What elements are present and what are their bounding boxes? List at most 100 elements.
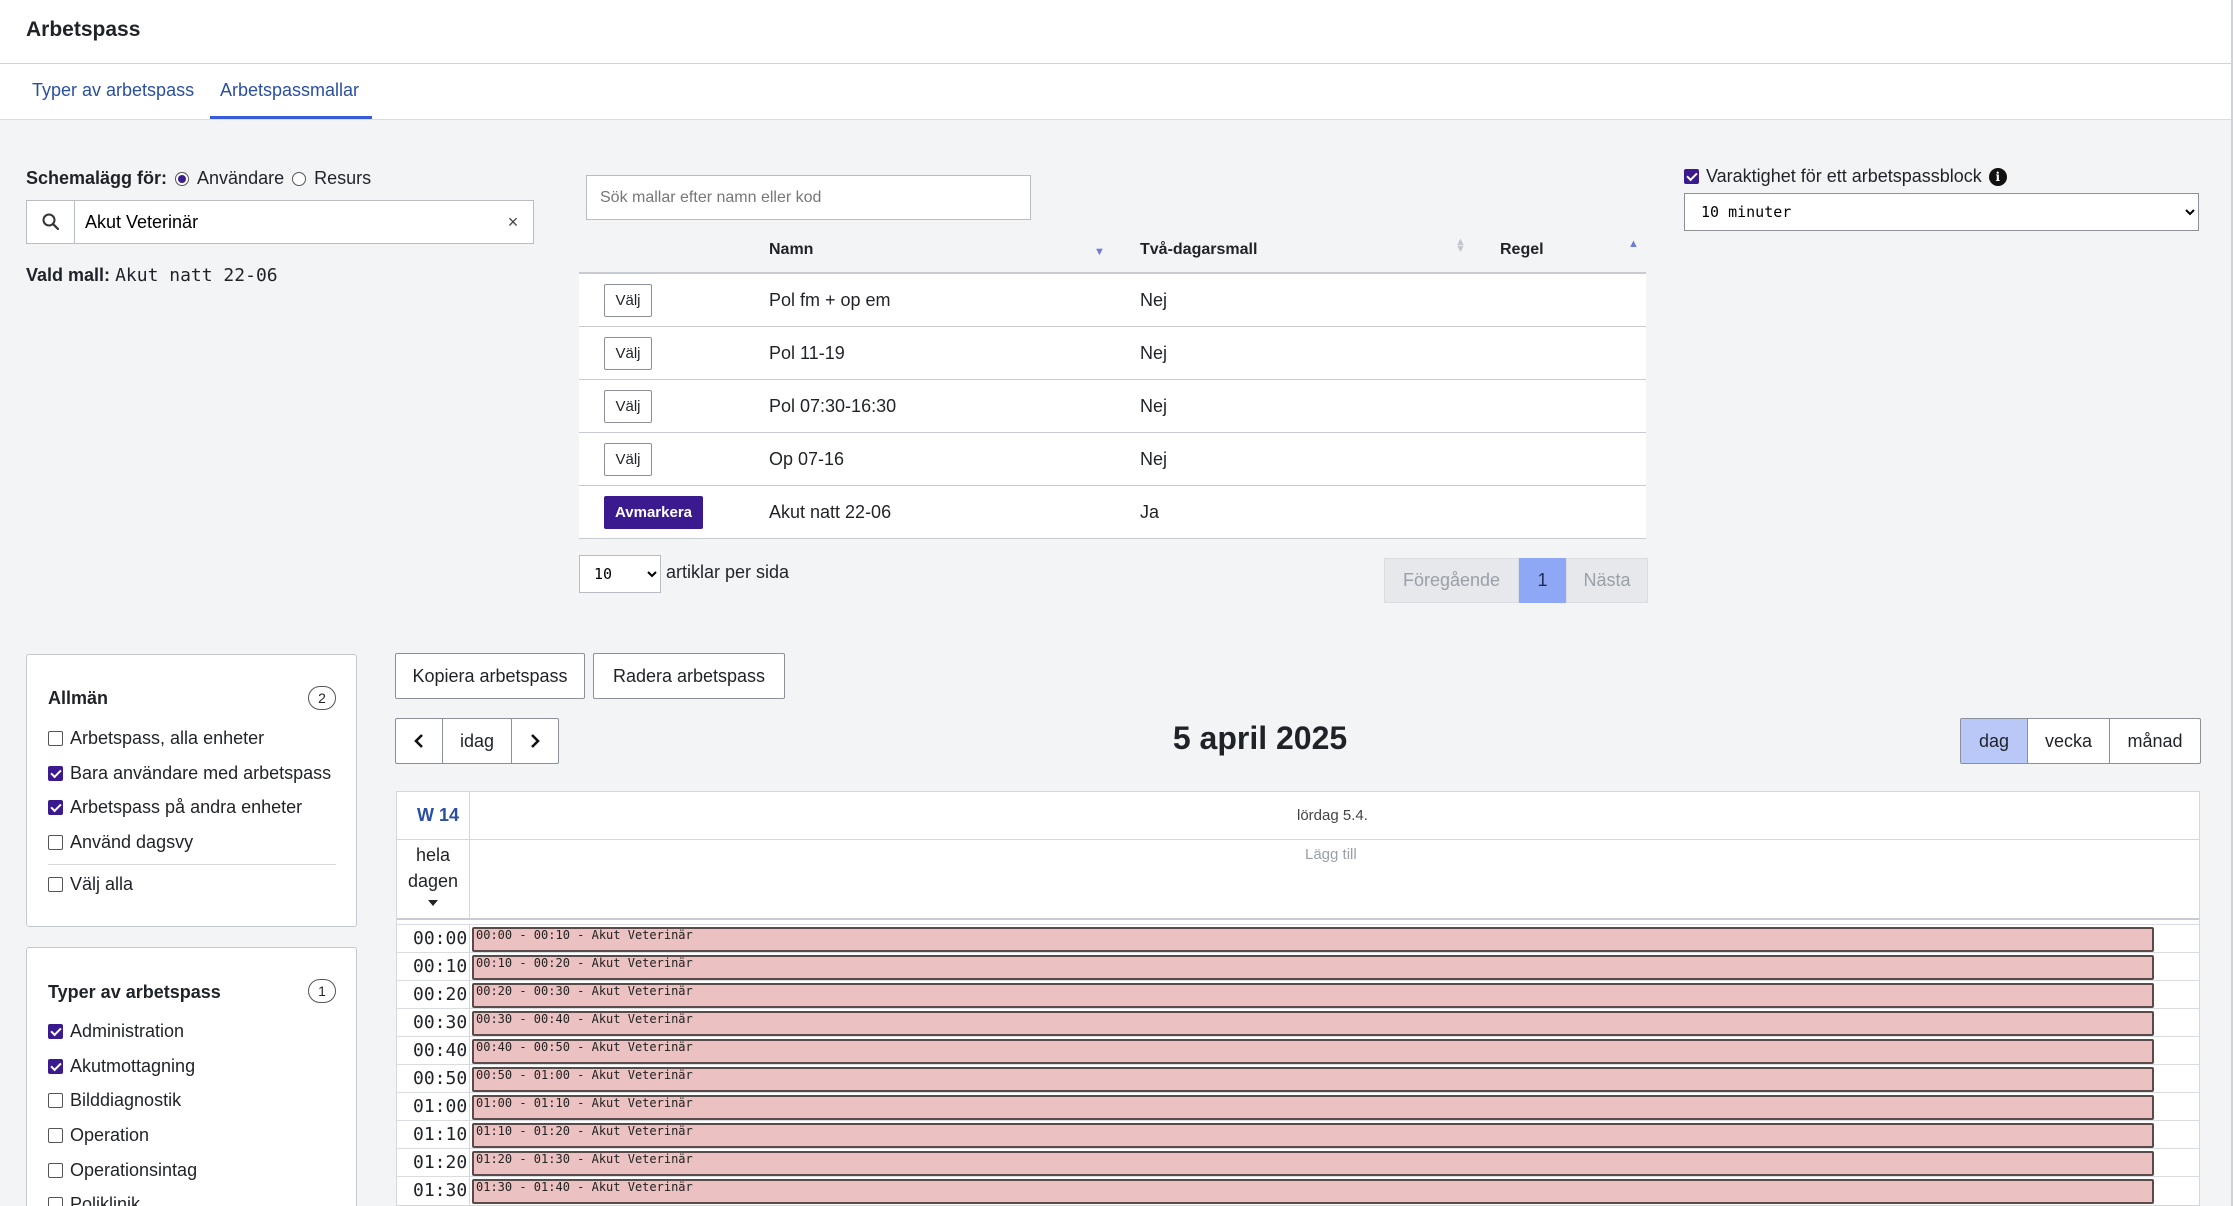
select-template-button[interactable]: Välj <box>604 337 652 370</box>
templates-table-header: Namn ▼ Två-dagarsmall ▲ ▼ Regel ▲ <box>579 228 1646 274</box>
pagination-next-button[interactable]: Nästa <box>1566 558 1648 603</box>
filter-checkbox-row[interactable]: Operationsintag <box>48 1160 197 1181</box>
filter-checkbox-row[interactable]: Arbetspass, alla enheter <box>48 728 264 749</box>
pagination-page-1[interactable]: 1 <box>1519 558 1566 603</box>
checkbox-label[interactable]: Operationsintag <box>70 1160 197 1181</box>
checkbox-label[interactable]: Operation <box>70 1125 149 1146</box>
schedule-for-label: Schemalägg för: <box>26 168 168 188</box>
checkbox[interactable] <box>48 1128 63 1143</box>
select-template-button[interactable]: Välj <box>604 443 652 476</box>
checkbox-label[interactable]: Arbetspass på andra enheter <box>70 797 302 818</box>
per-page-label: artiklar per sida <box>666 562 790 582</box>
today-button[interactable]: idag <box>442 719 512 763</box>
shift-event[interactable]: 00:20 - 00:30 - Akut Veterinär <box>472 983 2154 1008</box>
sort-asc-icon[interactable]: ▲ <box>1628 238 1639 250</box>
template-twoday: Ja <box>1140 502 1160 522</box>
checkbox[interactable] <box>48 1163 63 1178</box>
slot-time: 01:00 <box>413 1096 468 1117</box>
caret-down-icon[interactable] <box>428 900 438 906</box>
all-day-label: hela dagen <box>407 845 459 891</box>
duration-select[interactable]: 10 minuter <box>1684 193 2199 231</box>
view-day-button[interactable]: dag <box>1961 719 2027 763</box>
sort-neutral-icon[interactable]: ▲ ▼ <box>1455 237 1466 255</box>
delete-shift-button[interactable]: Radera arbetspass <box>593 653 785 699</box>
col-header-name[interactable]: Namn <box>769 241 813 259</box>
filter-checkbox-row[interactable]: Administration <box>48 1021 184 1042</box>
template-twoday: Nej <box>1140 449 1168 469</box>
per-page-select[interactable]: 10 <box>579 555 661 593</box>
checkbox[interactable] <box>48 1197 63 1206</box>
deselect-template-button[interactable]: Avmarkera <box>604 496 703 529</box>
template-row: Välj Pol 07:30-16:30 Nej <box>579 380 1646 433</box>
user-search-input[interactable] <box>75 202 493 242</box>
all-day-divider <box>397 918 2199 920</box>
checkbox[interactable] <box>48 731 63 746</box>
duration-checkbox[interactable] <box>1684 169 1699 184</box>
shift-event[interactable]: 01:30 - 01:40 - Akut Veterinär <box>472 1179 2154 1204</box>
info-icon[interactable]: i <box>1988 167 2007 186</box>
filter-checkbox-row[interactable]: Bara användare med arbetspass <box>48 763 331 784</box>
select-all-row[interactable]: Välj alla <box>48 874 133 895</box>
checkbox-label[interactable]: Använd dagsvy <box>70 832 193 853</box>
col-header-rule[interactable]: Regel <box>1500 241 1544 259</box>
panel-title-general: Allmän <box>48 688 109 708</box>
checkbox-label[interactable]: Administration <box>70 1021 184 1042</box>
checkbox-label[interactable]: Bara användare med arbetspass <box>70 763 331 784</box>
filter-checkbox-row[interactable]: Bilddiagnostik <box>48 1090 181 1111</box>
shift-event[interactable]: 00:40 - 00:50 - Akut Veterinär <box>472 1039 2154 1064</box>
checkbox[interactable] <box>48 1024 63 1039</box>
tab-shift-templates[interactable]: Arbetspassmallar <box>220 80 359 101</box>
time-slot-row: 00:30 00:30 - 00:40 - Akut Veterinär <box>397 1008 2199 1037</box>
checkbox[interactable] <box>48 766 63 781</box>
checkbox[interactable] <box>48 1059 63 1074</box>
checkbox[interactable] <box>48 1093 63 1108</box>
checkbox-label[interactable]: Poliklinik <box>70 1194 140 1206</box>
duration-label[interactable]: Varaktighet för ett arbetspassblock <box>1706 166 1982 187</box>
shift-event[interactable]: 01:10 - 01:20 - Akut Veterinär <box>472 1123 2154 1148</box>
sort-desc-icon[interactable]: ▼ <box>1094 246 1105 258</box>
shift-event[interactable]: 00:50 - 01:00 - Akut Veterinär <box>472 1067 2154 1092</box>
add-all-day-link[interactable]: Lägg till <box>1305 846 1357 863</box>
checkbox[interactable] <box>48 835 63 850</box>
tab-shift-types[interactable]: Typer av arbetspass <box>32 80 194 101</box>
shift-event[interactable]: 00:30 - 00:40 - Akut Veterinär <box>472 1011 2154 1036</box>
filter-checkbox-row[interactable]: Poliklinik <box>48 1194 140 1206</box>
view-week-button[interactable]: vecka <box>2027 719 2109 763</box>
slot-time: 01:30 <box>413 1180 468 1201</box>
checkbox-label[interactable]: Arbetspass, alla enheter <box>70 728 264 749</box>
shift-event[interactable]: 00:00 - 00:10 - Akut Veterinär <box>472 927 2154 952</box>
chevron-right-icon[interactable] <box>512 719 558 763</box>
radio-resource[interactable] <box>292 171 307 186</box>
slot-time: 00:00 <box>413 928 468 949</box>
select-all-checkbox[interactable] <box>48 877 63 892</box>
filter-checkbox-row[interactable]: Akutmottagning <box>48 1056 195 1077</box>
checkbox-label[interactable]: Bilddiagnostik <box>70 1090 181 1111</box>
filter-checkbox-row[interactable]: Använd dagsvy <box>48 832 193 853</box>
col-header-twoday[interactable]: Två-dagarsmall <box>1140 241 1257 259</box>
template-name: Pol fm + op em <box>769 290 891 310</box>
filter-checkbox-row[interactable]: Arbetspass på andra enheter <box>48 797 302 818</box>
checkbox-label[interactable]: Akutmottagning <box>70 1056 195 1077</box>
clear-search-icon[interactable]: × <box>493 212 533 233</box>
shift-event[interactable]: 00:10 - 00:20 - Akut Veterinär <box>472 955 2154 980</box>
chevron-left-icon[interactable] <box>396 719 442 763</box>
shift-event[interactable]: 01:00 - 01:10 - Akut Veterinär <box>472 1095 2154 1120</box>
column-separator <box>469 792 470 920</box>
template-name: Akut natt 22-06 <box>769 502 892 522</box>
checkbox[interactable] <box>48 800 63 815</box>
select-template-button[interactable]: Välj <box>604 390 652 423</box>
template-twoday: Nej <box>1140 290 1168 310</box>
radio-resource-label[interactable]: Resurs <box>314 168 371 189</box>
copy-shift-button[interactable]: Kopiera arbetspass <box>395 653 585 699</box>
pagination-prev-button[interactable]: Föregående <box>1384 558 1519 603</box>
view-month-button[interactable]: månad <box>2109 719 2200 763</box>
shift-event[interactable]: 01:20 - 01:30 - Akut Veterinär <box>472 1151 2154 1176</box>
radio-user-label[interactable]: Användare <box>197 168 284 189</box>
select-template-button[interactable]: Välj <box>604 284 652 317</box>
select-all-label[interactable]: Välj alla <box>70 874 133 895</box>
templates-table: Namn ▼ Två-dagarsmall ▲ ▼ Regel ▲ Välj Po… <box>579 228 1646 539</box>
template-search-input[interactable] <box>586 175 1031 220</box>
filter-checkbox-row[interactable]: Operation <box>48 1125 149 1146</box>
schedule-for-group: Schemalägg för: Användare Resurs <box>26 168 371 189</box>
radio-user[interactable] <box>175 171 190 186</box>
